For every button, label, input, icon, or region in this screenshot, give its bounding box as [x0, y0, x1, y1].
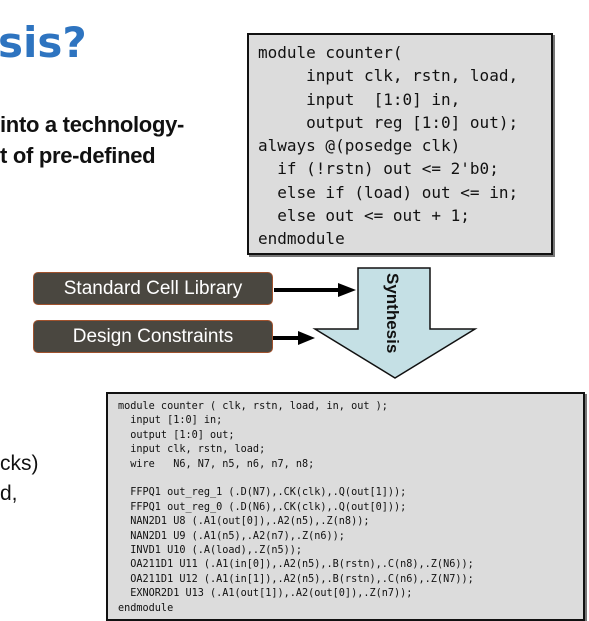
library-arrow-icon: [274, 283, 356, 297]
constraints-arrow-icon: [273, 331, 315, 345]
netlist-code-box: module counter ( clk, rstn, load, in, ou…: [106, 392, 585, 621]
synthesis-label: Synthesis: [383, 273, 402, 353]
